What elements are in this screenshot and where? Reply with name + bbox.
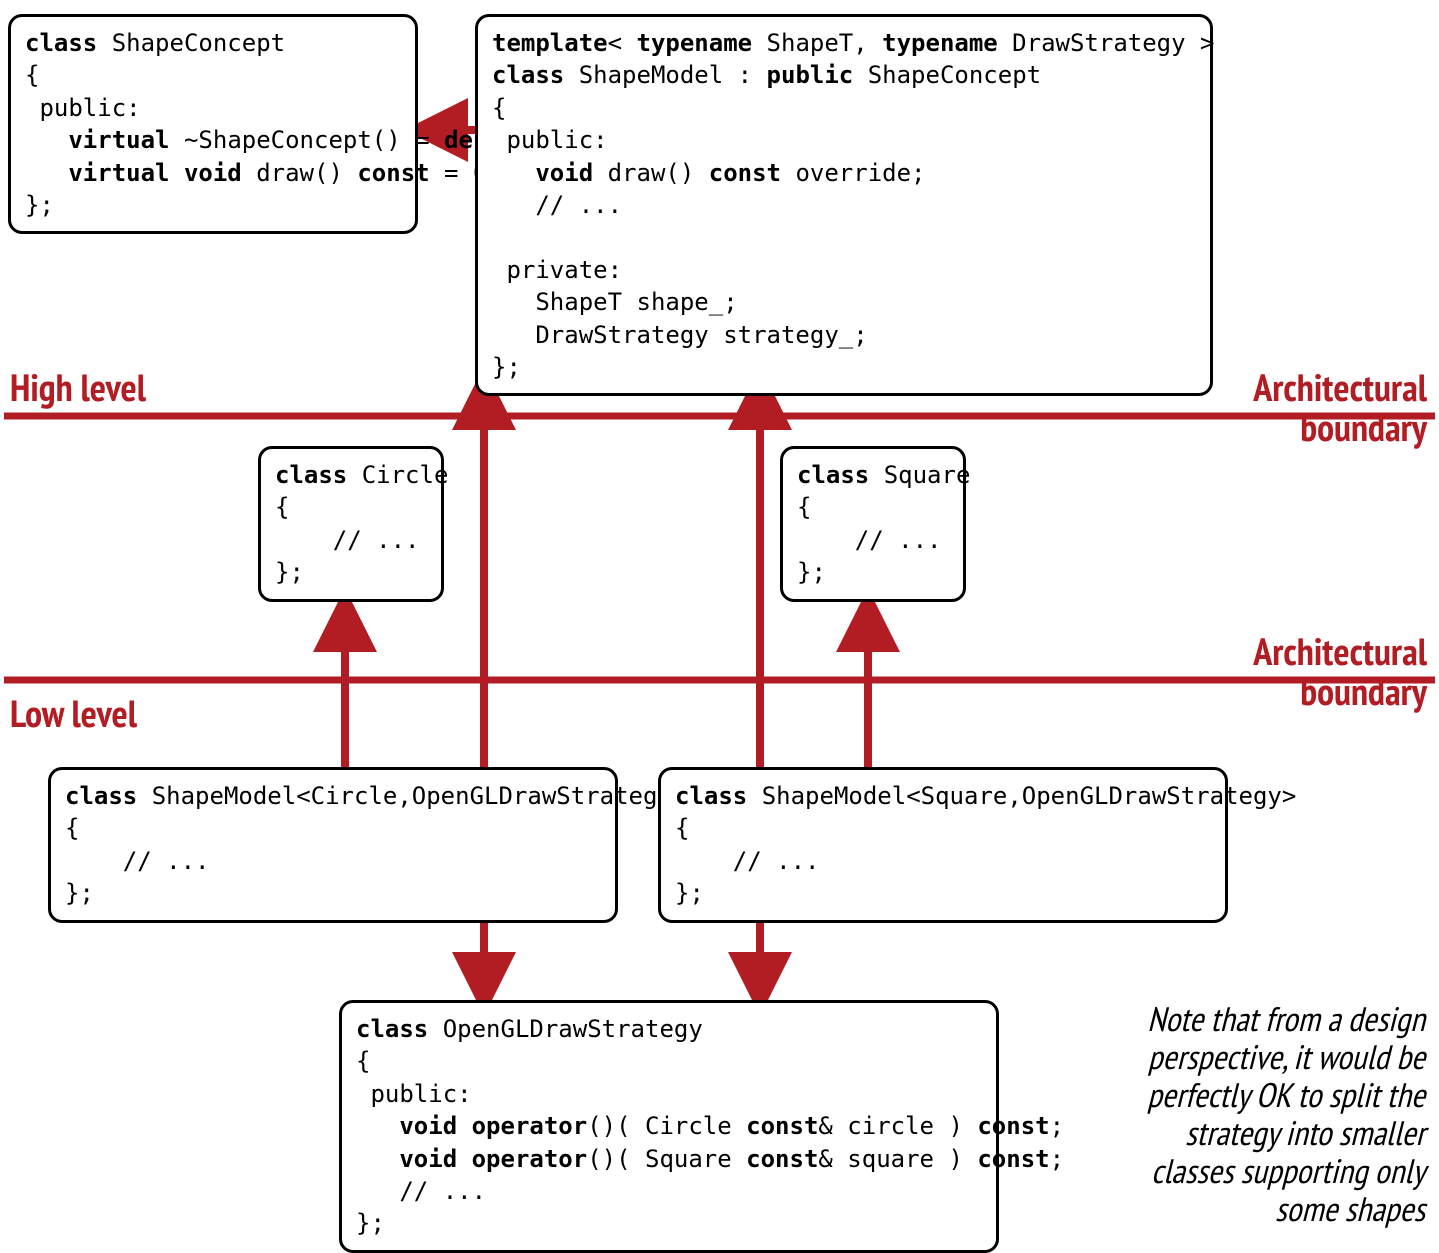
box-circle: class Circle { // ... }; — [258, 446, 444, 602]
box-shapemodel-circle: class ShapeModel<Circle,OpenGLDrawStrate… — [48, 767, 618, 923]
box-opengl-strategy: class OpenGLDrawStrategy { public: void … — [339, 1000, 999, 1253]
design-note: Note that from a design perspective, it … — [1065, 1000, 1425, 1228]
label-arch-boundary-upper: Architectural boundary — [1197, 368, 1427, 448]
box-shape-model: template< typename ShapeT, typename Draw… — [475, 14, 1213, 396]
label-high-level: High level — [10, 368, 146, 408]
box-shape-concept: class ShapeConcept { public: virtual ~Sh… — [8, 14, 418, 234]
diagram-stage: class ShapeConcept { public: virtual ~Sh… — [0, 0, 1439, 1240]
label-arch-boundary-lower: Architectural boundary — [1197, 632, 1427, 712]
box-shapemodel-square: class ShapeModel<Square,OpenGLDrawStrate… — [658, 767, 1228, 923]
label-low-level: Low level — [10, 694, 137, 734]
box-square: class Square { // ... }; — [780, 446, 966, 602]
